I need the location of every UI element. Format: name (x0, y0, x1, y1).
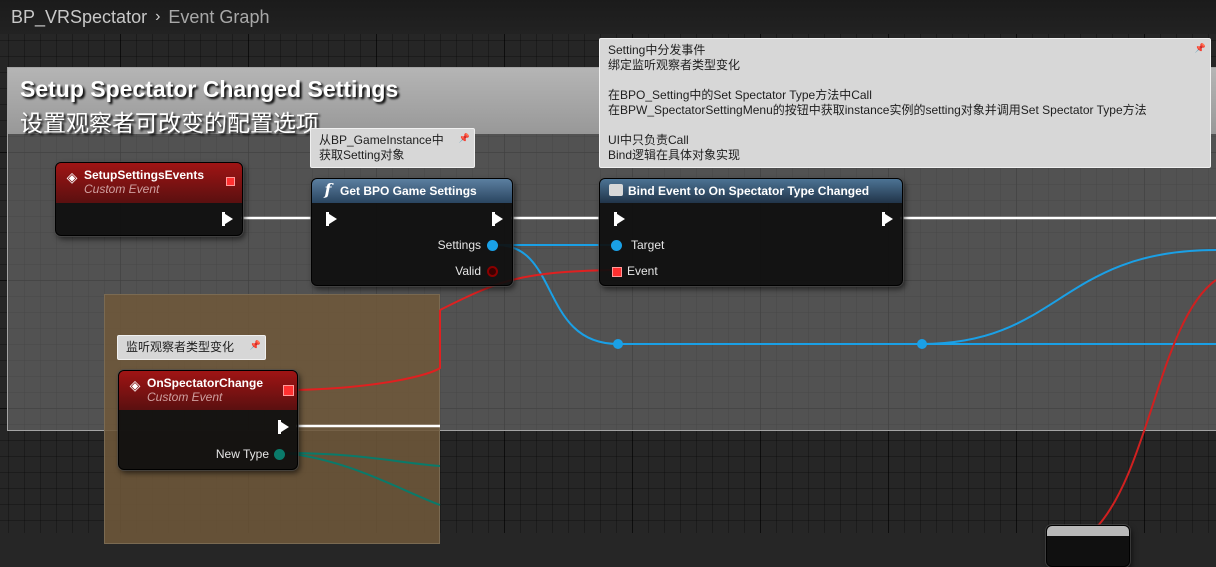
pin-icon[interactable]: 📌 (1195, 41, 1206, 56)
note-bubble-get-settings[interactable]: 📌 从BP_GameInstance中 获取Setting对象 (310, 128, 475, 168)
node-partial-bottom-right[interactable] (1046, 525, 1130, 567)
pin-label-new-type: New Type (215, 447, 269, 461)
node-title: Bind Event to On Spectator Type Changed (628, 184, 870, 198)
pin-icon[interactable]: 📌 (250, 338, 261, 353)
exec-input-pin[interactable] (326, 212, 337, 226)
node-title: OnSpectatorChange (147, 376, 264, 390)
node-on-spectator-change[interactable]: ◈ OnSpectatorChange Custom Event New Typ… (118, 370, 298, 470)
byte-wire-new-type-2 (284, 452, 441, 506)
node-header[interactable]: f Get BPO Game Settings (312, 179, 512, 203)
note-line: 获取Setting对象 (319, 148, 405, 162)
pin-label-event: Event (627, 264, 658, 278)
exec-output-pin[interactable] (492, 212, 503, 226)
pin-label-target: Target (631, 238, 665, 252)
node-title: Get BPO Game Settings (340, 184, 477, 198)
node-header[interactable]: ◈ OnSpectatorChange Custom Event (119, 371, 297, 410)
node-title: SetupSettingsEvents (84, 168, 205, 182)
breadcrumb-graph[interactable]: Event Graph (168, 7, 269, 28)
breadcrumb-blueprint[interactable]: BP_VRSpectator (11, 7, 147, 28)
note-line (608, 118, 1202, 133)
delegate-input-pin[interactable] (612, 267, 622, 277)
object-input-pin[interactable] (611, 240, 622, 251)
note-line (608, 73, 1202, 88)
byte-output-pin[interactable] (274, 449, 285, 460)
breadcrumb: BP_VRSpectator › Event Graph (0, 0, 1216, 34)
delegate-output-pin[interactable] (283, 385, 294, 396)
note-line: 在BPW_SpectatorSettingMenu的按钮中获取instance实… (608, 103, 1147, 117)
object-output-pin[interactable] (487, 240, 498, 251)
reroute-node-1 (613, 339, 623, 349)
delegate-wire-spectator (295, 310, 441, 391)
note-line: 监听观察者类型变化 (126, 340, 235, 354)
node-header[interactable] (1047, 526, 1129, 536)
bool-output-pin[interactable] (487, 266, 498, 277)
delegate-output-pin[interactable] (226, 177, 235, 186)
node-subtitle: Custom Event (147, 390, 223, 404)
function-f-icon: f (324, 180, 332, 199)
pin-icon[interactable]: 📌 (459, 131, 470, 146)
note-line: 在BPO_Setting中的Set Spectator Type方法中Call (608, 88, 872, 102)
diamond-event-icon: ◈ (129, 377, 141, 393)
object-wire-to-right (921, 249, 1216, 345)
chevron-right-icon: › (155, 8, 161, 25)
node-header[interactable]: Bind Event to On Spectator Type Changed (600, 179, 902, 203)
note-line: Setting中分发事件 (608, 43, 706, 57)
exec-output-pin[interactable] (278, 420, 289, 434)
pin-label-valid: Valid (455, 264, 481, 278)
note-bubble-listen[interactable]: 📌 监听观察者类型变化 (117, 335, 266, 360)
note-line: 绑定监听观察者类型变化 (608, 58, 741, 72)
byte-wire-new-type-1 (284, 452, 441, 467)
diamond-event-icon: ◈ (66, 169, 78, 185)
note-line: UI中只负责Call (608, 133, 689, 147)
exec-output-pin[interactable] (882, 212, 893, 226)
bind-event-icon (609, 184, 623, 196)
node-get-bpo-game-settings[interactable]: f Get BPO Game Settings Settings Valid (311, 178, 513, 286)
note-line: 从BP_GameInstance中 (319, 133, 444, 147)
exec-input-pin[interactable] (614, 212, 625, 226)
exec-output-pin[interactable] (222, 212, 233, 226)
node-subtitle: Custom Event (84, 182, 160, 196)
delegate-wire-right (1095, 279, 1216, 529)
pin-label-settings: Settings (437, 238, 481, 252)
node-header[interactable]: ◈ SetupSettingsEvents Custom Event (56, 163, 242, 203)
reroute-node-2 (917, 339, 927, 349)
node-bind-event[interactable]: Bind Event to On Spectator Type Changed … (599, 178, 903, 286)
node-setup-settings-events[interactable]: ◈ SetupSettingsEvents Custom Event (55, 162, 243, 236)
note-line: Bind逻辑在具体对象实现 (608, 148, 741, 162)
note-bubble-dispatcher[interactable]: 📌 Setting中分发事件 绑定监听观察者类型变化 在BPO_Setting中… (599, 38, 1211, 168)
